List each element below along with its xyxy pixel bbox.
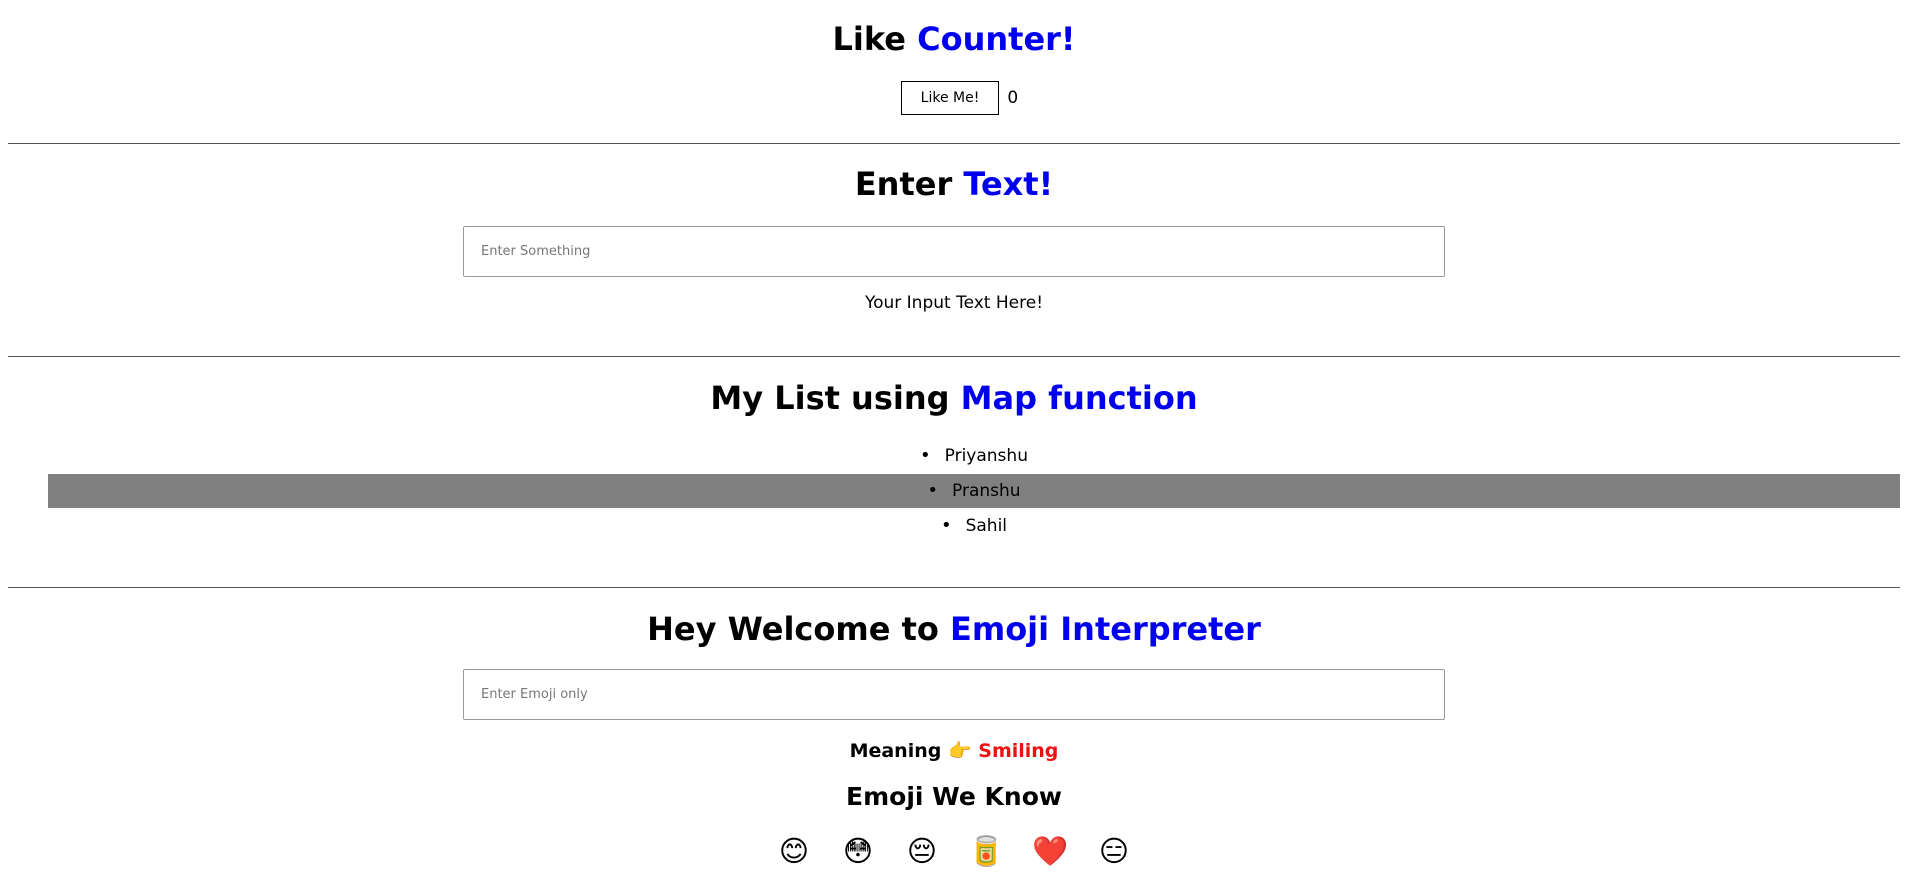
emoji-interpreter-title: Hey Welcome to Emoji Interpreter xyxy=(0,608,1908,650)
list-item-label: Sahil xyxy=(965,516,1008,536)
title-plain: Enter xyxy=(854,165,964,203)
known-emoji-list: 😊 😳 😔 🥫 ❤️ 😑 xyxy=(0,832,1908,870)
flushed-face-icon[interactable]: 😳 xyxy=(826,832,890,870)
divider xyxy=(8,143,1900,144)
red-heart-icon[interactable]: ❤️ xyxy=(1018,832,1082,870)
bullet-icon: • xyxy=(920,445,931,466)
meaning-value: Smiling xyxy=(978,740,1059,762)
known-emoji-title: Emoji We Know xyxy=(846,782,1062,811)
divider xyxy=(8,587,1900,588)
like-counter-title: Like Counter! xyxy=(0,18,1908,60)
text-output: Your Input Text Here! xyxy=(864,293,1044,313)
list-title: My List using Map function xyxy=(0,377,1908,419)
list-item[interactable]: • Priyanshu xyxy=(48,439,1900,473)
like-button[interactable]: Like Me! xyxy=(900,81,1000,115)
like-count: 0 xyxy=(1007,88,1019,108)
pointing-hand-icon: 👉 xyxy=(947,740,972,762)
list-item[interactable]: • Sahil xyxy=(48,509,1900,543)
text-input[interactable] xyxy=(463,226,1445,277)
list-item-label: Priyanshu xyxy=(944,446,1028,466)
meaning-label: Meaning xyxy=(849,740,942,762)
list-item-label: Pranshu xyxy=(952,481,1021,501)
meaning-output: Meaning 👉 Smiling xyxy=(0,739,1908,762)
canned-food-icon[interactable]: 🥫 xyxy=(954,832,1018,870)
divider xyxy=(8,356,1900,357)
title-plain: Like xyxy=(832,20,918,58)
emoji-input[interactable] xyxy=(463,669,1445,720)
title-plain: Hey Welcome to xyxy=(647,610,950,648)
bullet-icon: • xyxy=(940,515,952,536)
enter-text-title: Enter Text! xyxy=(0,163,1908,205)
bullet-icon: • xyxy=(927,480,939,501)
title-accent: Emoji Interpreter xyxy=(949,610,1261,648)
title-plain: My List using xyxy=(710,379,961,417)
expressionless-face-icon[interactable]: 😑 xyxy=(1082,832,1146,870)
title-accent: Counter! xyxy=(917,20,1076,58)
title-accent: Text! xyxy=(963,165,1054,203)
list-item[interactable]: • Pranshu xyxy=(48,474,1900,508)
pensive-face-icon[interactable]: 😔 xyxy=(890,832,954,870)
title-accent: Map function xyxy=(960,379,1198,417)
smiling-face-icon[interactable]: 😊 xyxy=(762,832,826,870)
like-row: Like Me! 0 xyxy=(0,81,1908,115)
